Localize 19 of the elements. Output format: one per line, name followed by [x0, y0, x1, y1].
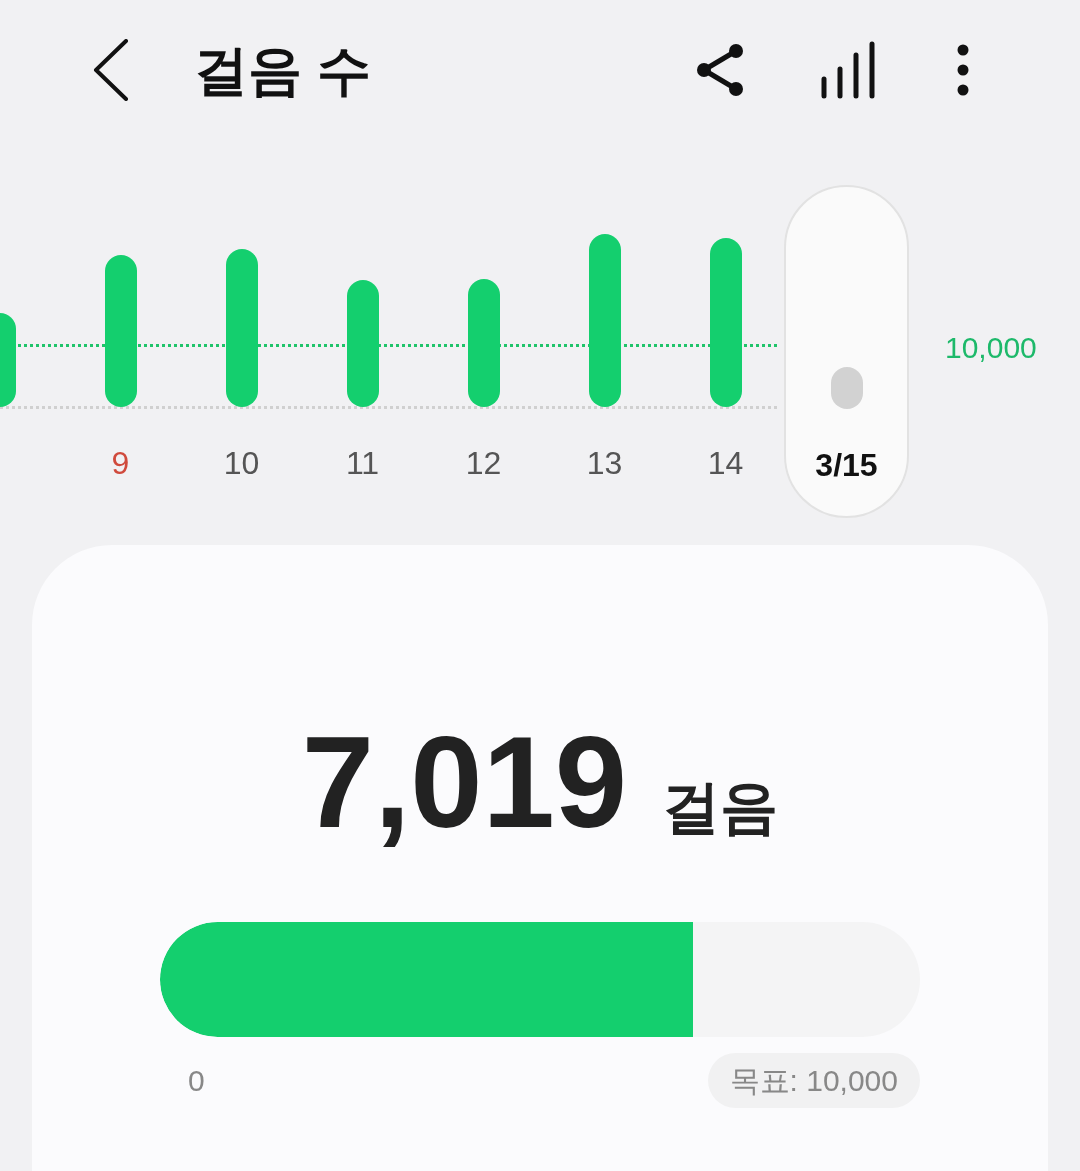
start-label: 0	[188, 1062, 205, 1099]
back-icon	[93, 39, 129, 101]
goal-axis-label: 10,000	[945, 331, 1037, 364]
day-label: 11	[345, 445, 380, 481]
day-label: 13	[586, 445, 623, 481]
day-label: 3/15	[815, 447, 878, 483]
day-label: 14	[707, 445, 744, 481]
day-label: 10	[223, 445, 260, 481]
page-title: 걸음 수	[194, 39, 371, 102]
step-unit: 걸음	[662, 778, 779, 836]
bar-chart-icon	[821, 41, 875, 99]
step-bar	[830, 367, 863, 409]
selected-day-highlight[interactable]: 3/15	[784, 185, 909, 518]
day-label: 12	[465, 445, 502, 481]
goal-label: 목표: 10,000	[707, 1053, 920, 1108]
step-count: 7,019	[301, 717, 628, 847]
more-icon	[957, 44, 969, 96]
share-icon	[696, 43, 744, 97]
day-label: 9	[111, 445, 130, 481]
